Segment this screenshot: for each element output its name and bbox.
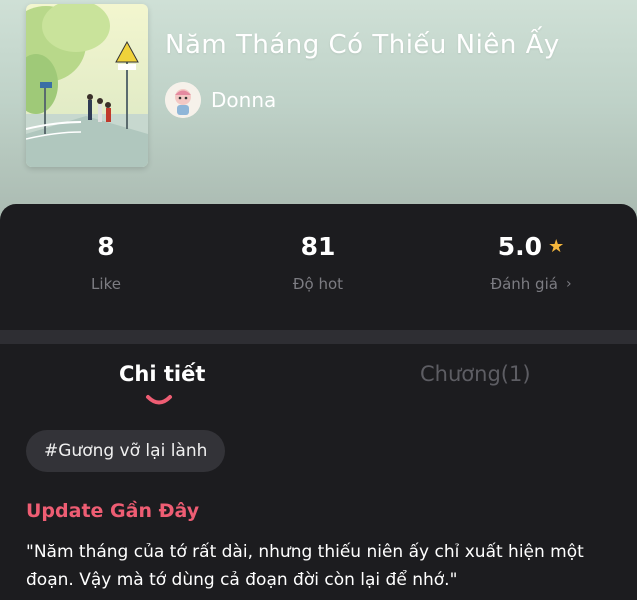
star-icon: ★: [548, 236, 565, 257]
author-row[interactable]: Donna: [165, 82, 276, 118]
chevron-right-icon: ›: [565, 276, 572, 292]
details-panel: 8 Like 81 Độ hot 5.0 ★ Đánh giá › Chi ti…: [0, 204, 637, 600]
genre-tag[interactable]: #Gương vỡ lại lành: [26, 430, 226, 472]
hot-label: Độ hot: [292, 275, 344, 293]
stat-hot[interactable]: 81 Độ hot: [228, 232, 408, 293]
section-divider: [0, 330, 637, 344]
stat-rating[interactable]: 5.0 ★ Đánh giá ›: [441, 232, 621, 293]
rating-value: 5.0: [497, 232, 543, 261]
tab-bar: Chi tiết Chương(1): [0, 362, 637, 412]
cover-illustration: [26, 4, 148, 167]
stats-row: 8 Like 81 Độ hot 5.0 ★ Đánh giá ›: [0, 204, 637, 329]
update-text: "Năm tháng của tớ rất dài, nhưng thiếu n…: [26, 542, 584, 590]
tab-details[interactable]: Chi tiết: [119, 362, 205, 386]
avatar-icon: [165, 82, 201, 118]
book-header: Năm Tháng Có Thiếu Niên Ấy Donna: [0, 0, 637, 225]
like-count: 8: [97, 232, 115, 261]
tab-chapters[interactable]: Chương(1): [420, 362, 531, 386]
like-label: Like: [91, 275, 121, 293]
book-title: Năm Tháng Có Thiếu Niên Ấy: [165, 30, 560, 60]
author-avatar[interactable]: [165, 82, 201, 118]
smile-indicator-icon: [146, 395, 172, 405]
hot-count: 81: [300, 232, 336, 261]
author-name[interactable]: Donna: [211, 88, 276, 112]
stat-like[interactable]: 8 Like: [16, 232, 196, 293]
rating-label: Đánh giá: [490, 275, 558, 293]
update-heading: Update Gần Đây: [26, 500, 200, 522]
book-cover[interactable]: [26, 4, 148, 167]
